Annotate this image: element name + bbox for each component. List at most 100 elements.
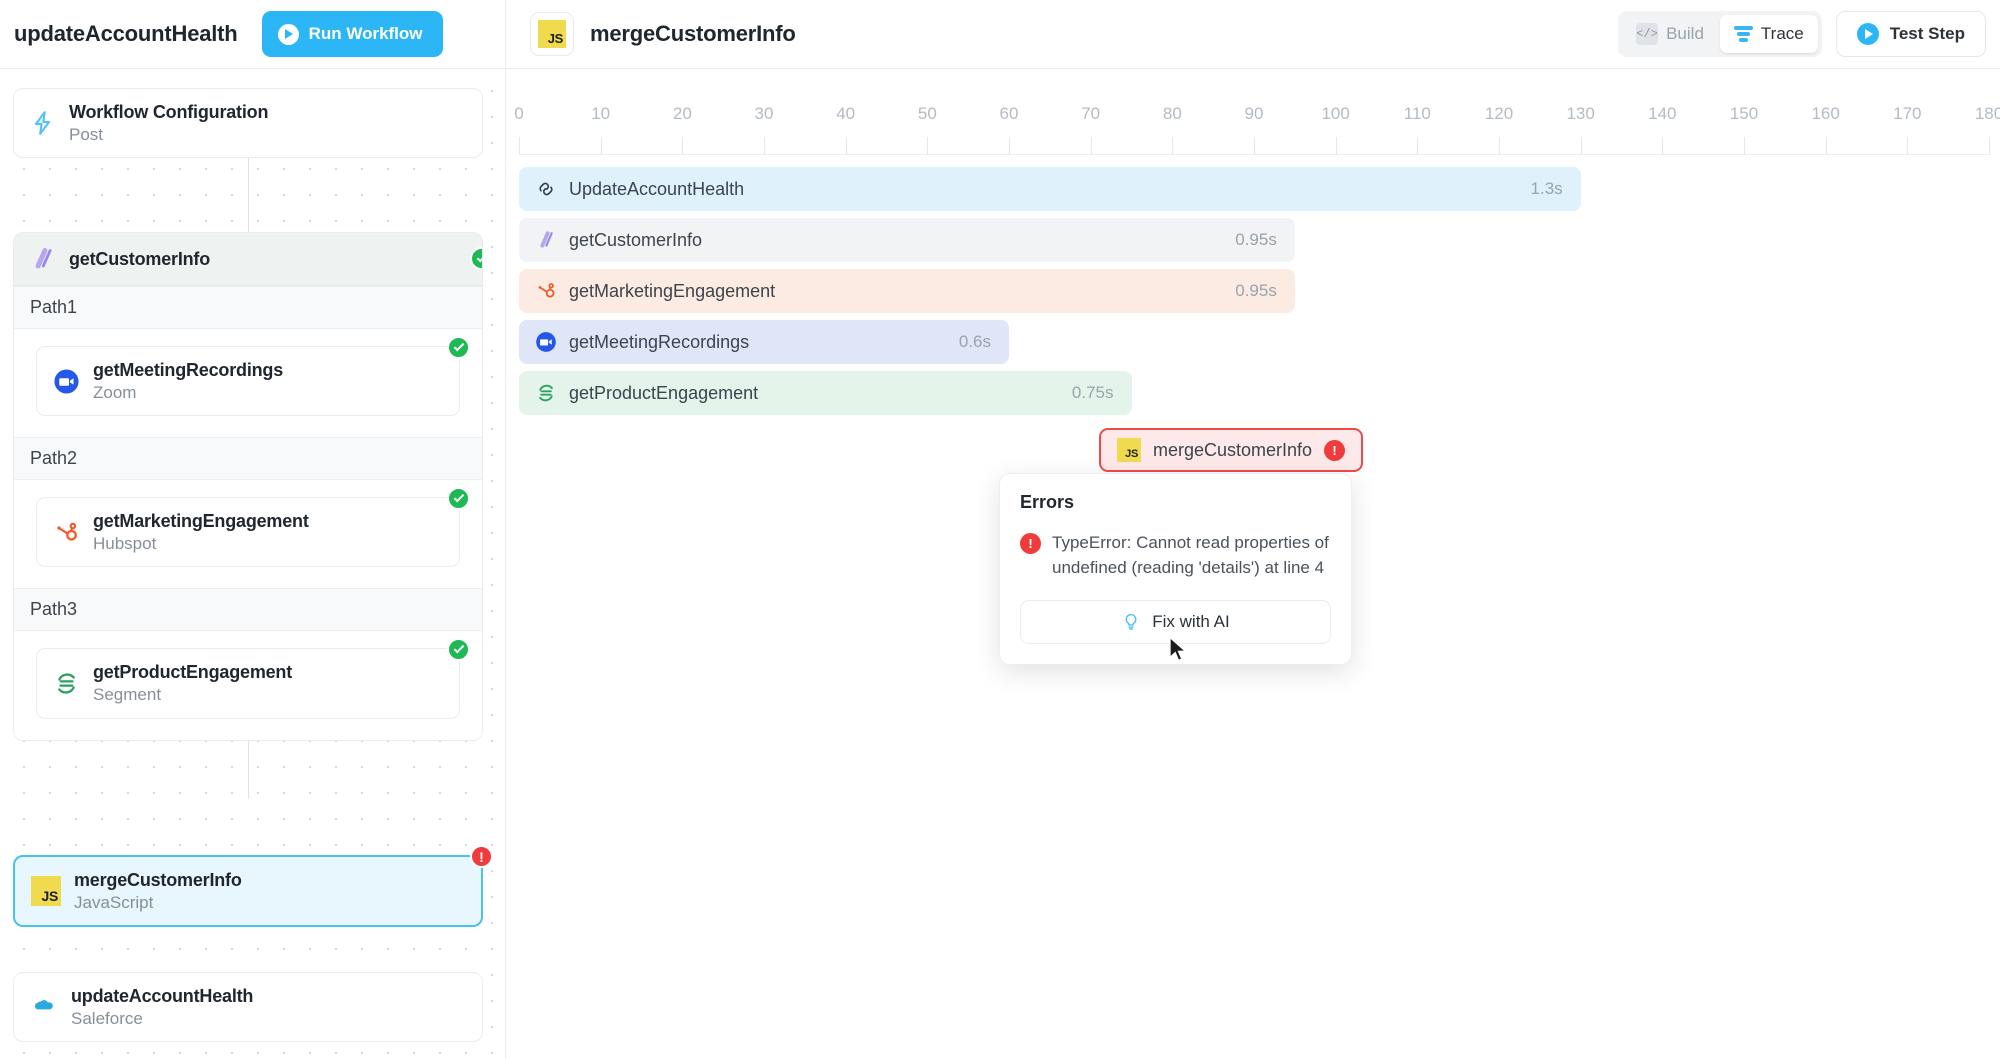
workflow-sidebar[interactable]: Workflow Configuration Post getCustomerI…: [0, 69, 506, 1059]
lightning-bolt-icon: [34, 111, 51, 135]
ruler-tick-label: 110: [1403, 104, 1431, 123]
ruler-tick-label: 70: [1081, 104, 1101, 123]
hubspot-sprocket-icon: [57, 522, 77, 541]
ruler-tick-mark: [1090, 137, 1092, 155]
ruler-tick-mark: [1989, 137, 1990, 155]
node-title: getProductEngagement: [93, 662, 293, 683]
connector-line: [248, 145, 249, 233]
ruler-tick-label: 170: [1893, 104, 1922, 123]
tab-build[interactable]: </> Build: [1622, 15, 1718, 53]
ruler-tick-label: 100: [1321, 104, 1350, 123]
ruler-tick-label: 10: [591, 104, 611, 123]
tab-trace-label: Trace: [1760, 24, 1804, 43]
gantt-bar[interactable]: UpdateAccountHealth 1.3s: [519, 167, 1581, 211]
sidebar-node-mergecustomerinfo[interactable]: JS mergeCustomerInfo JavaScript !: [13, 845, 493, 928]
ruler-tick-mark: [1825, 137, 1827, 155]
ruler-tick-mark: [1335, 137, 1337, 155]
errors-popup: Errors ! TypeError: Cannot read properti…: [999, 473, 1352, 666]
gantt-bar[interactable]: getCustomerInfo 0.95s: [519, 218, 1295, 262]
tab-trace[interactable]: Trace: [1719, 15, 1818, 53]
gantt-bar[interactable]: getProductEngagement 0.75s: [519, 371, 1132, 415]
ruler-tick-mark: [1417, 137, 1419, 155]
test-step-button[interactable]: Test Step: [1835, 11, 1986, 57]
fix-with-ai-label: Fix with AI: [1152, 612, 1230, 632]
gantt-bar-duration: 0.95s: [1235, 281, 1277, 300]
gantt-bar-duration: 0.75s: [1071, 383, 1114, 402]
ruler-tick-label: 160: [1811, 104, 1840, 123]
js-badge-icon: JS: [1117, 438, 1141, 462]
sidebar-node-getproductengagement[interactable]: getProductEngagement Segment: [36, 638, 470, 719]
node-subtitle: Post: [69, 124, 104, 144]
path-label-2: Path2: [14, 437, 482, 481]
ruler-tick-label: 140: [1648, 104, 1677, 123]
path-label-1: Path1: [14, 286, 482, 329]
trace-error-node[interactable]: JS mergeCustomerInfo !: [1099, 428, 1364, 472]
gantt-bar-duration: 1.3s: [1530, 179, 1563, 198]
status-badge-success: [447, 336, 470, 359]
gantt-bar-label: UpdateAccountHealth: [569, 178, 745, 199]
view-mode-toggle[interactable]: </> Build Trace: [1618, 11, 1822, 57]
tab-build-label: Build: [1666, 24, 1704, 43]
node-title: updateAccountHealth: [71, 986, 254, 1006]
ruler-tick-label: 50: [917, 104, 937, 123]
ruler-baseline: [519, 154, 1989, 155]
trace-canvas[interactable]: 0 10 20 30 40 50 60 70 80 90 100 110 120 130 140 150 160…: [507, 69, 2000, 1059]
node-subtitle: Zoom: [93, 382, 137, 402]
sidebar-node-getmeetingrecordings[interactable]: getMeetingRecordings Zoom: [36, 336, 470, 417]
node-subtitle: Hubspot: [93, 533, 157, 553]
ruler-tick-mark: [682, 137, 684, 155]
sidebar-node-getcustomerinfo[interactable]: getCustomerInfo Path1 getMeetingRecordin…: [13, 232, 483, 741]
ruler-tick-mark: [1662, 137, 1664, 155]
top-bar-left: updateAccountHealth Run Workflow: [0, 0, 506, 68]
ruler-tick-label: 80: [1162, 104, 1182, 123]
ruler-tick-label: 90: [1244, 104, 1264, 123]
fix-with-ai-button[interactable]: Fix with AI: [1020, 600, 1331, 645]
error-exclamation-icon: !: [1324, 439, 1346, 461]
sidebar-node-updateaccounthealth[interactable]: updateAccountHealth Saleforce: [13, 972, 483, 1043]
ruler-tick-mark: [1009, 137, 1010, 155]
top-bar: updateAccountHealth Run Workflow JS merg…: [0, 0, 2000, 69]
gantt-bar[interactable]: getMarketingEngagement 0.95s: [519, 269, 1295, 313]
ruler-tick-mark: [1499, 137, 1500, 155]
ruler-tick-mark: [1172, 137, 1174, 155]
ruler-tick-label: 0: [514, 104, 524, 123]
status-badge-error: !: [470, 845, 493, 868]
error-exclamation-icon: !: [1020, 533, 1041, 554]
code-brackets-icon: </>: [1636, 23, 1659, 45]
ruler-tick-label: 40: [836, 104, 856, 123]
segment-icon: [58, 673, 75, 694]
js-badge-icon: JS: [530, 12, 574, 56]
js-badge-text: JS: [538, 20, 566, 48]
ruler-tick-label: 150: [1729, 104, 1759, 123]
node-title: getCustomerInfo: [69, 248, 211, 269]
ruler-tick-label: 120: [1484, 104, 1514, 123]
node-title: Workflow Configuration: [69, 102, 269, 122]
sidebar-node-getmarketingengagement[interactable]: getMarketingEngagement Hubspot: [36, 487, 470, 568]
trace-error-node-label: mergeCustomerInfo: [1153, 439, 1313, 460]
gantt-bar-label: getCustomerInfo: [569, 229, 703, 250]
ruler-tick-mark: [1254, 137, 1255, 155]
paths-slash-icon: [35, 248, 52, 269]
ruler-tick-label: 60: [999, 104, 1019, 123]
gantt-bar-duration: 0.6s: [958, 332, 991, 351]
zoom-camera-icon: [54, 369, 79, 394]
gantt-bar-label: getProductEngagement: [569, 382, 759, 403]
error-message: TypeError: Cannot read properties of und…: [1052, 533, 1329, 577]
ruler-tick-label: 30: [754, 104, 774, 123]
gantt-bar-label: getMarketingEngagement: [569, 280, 776, 301]
node-title: mergeCustomerInfo: [74, 870, 242, 890]
gantt-bar[interactable]: getMeetingRecordings 0.6s: [519, 320, 1009, 364]
gantt-bar-label: getMeetingRecordings: [569, 331, 750, 352]
ruler-tick-mark: [1744, 137, 1745, 155]
hubspot-sprocket-icon: [535, 280, 557, 302]
ruler-tick-mark: [1580, 137, 1582, 155]
play-circle-icon: [1856, 23, 1879, 45]
run-workflow-button[interactable]: Run Workflow: [261, 11, 443, 57]
zoom-camera-icon: [535, 331, 557, 353]
page-title: updateAccountHealth: [14, 21, 238, 46]
path-label-3: Path3: [14, 588, 482, 632]
ruler-tick-mark: [1907, 137, 1909, 155]
run-workflow-label: Run Workflow: [308, 24, 423, 43]
trace-bars-icon: [1733, 26, 1753, 42]
sidebar-node-workflow-configuration[interactable]: Workflow Configuration Post: [13, 88, 483, 159]
